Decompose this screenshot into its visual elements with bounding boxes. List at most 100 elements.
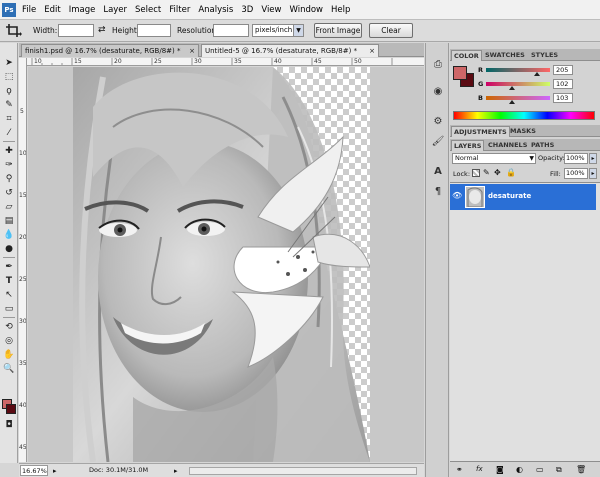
opacity-field[interactable]: 100%	[564, 153, 588, 164]
ruler-tick-label: 15	[19, 192, 27, 199]
3d-orbit-tool-icon[interactable]: ◎	[2, 335, 16, 347]
front-image-button[interactable]: Front Image	[314, 23, 362, 38]
horizontal-scrollbar[interactable]	[189, 467, 417, 475]
tab-paths[interactable]: PATHS	[529, 140, 556, 151]
vertical-ruler[interactable]: 5 10 15 20 25 30 35 40 45	[19, 58, 27, 462]
zoom-tool-icon[interactable]: 🔍	[2, 363, 16, 375]
zoom-level-field[interactable]: 16.67%	[20, 465, 48, 476]
eraser-tool-icon[interactable]: ▱	[2, 201, 16, 213]
fill-field[interactable]: 100%	[564, 168, 588, 179]
ruler-tick-label: 20	[19, 234, 27, 241]
menu-view[interactable]: View	[257, 0, 285, 20]
crop-tool-icon[interactable]	[4, 23, 24, 38]
tab-color[interactable]: COLOR	[451, 50, 482, 61]
lock-position-icon[interactable]: ✥	[494, 168, 501, 177]
tab-swatches[interactable]: SWATCHES	[483, 50, 527, 61]
eyedropper-tool-icon[interactable]: ⁄	[2, 127, 16, 139]
layer-row-desaturate[interactable]: 👁 desaturate	[450, 184, 596, 210]
menu-edit[interactable]: Edit	[40, 0, 64, 20]
menu-file[interactable]: File	[18, 0, 40, 20]
dodge-tool-icon[interactable]: ●	[2, 243, 16, 255]
menu-select[interactable]: Select	[131, 0, 165, 20]
shape-tool-icon[interactable]: ▭	[2, 303, 16, 315]
color-foreground-swatch[interactable]	[453, 66, 467, 80]
brush-tool-icon[interactable]: ✑	[2, 159, 16, 171]
menu-filter[interactable]: Filter	[165, 0, 194, 20]
history-icon[interactable]: ⎙	[431, 58, 445, 72]
paragraph-icon[interactable]: ¶	[431, 185, 445, 199]
fill-slider-arrow-icon[interactable]: ▸	[589, 168, 597, 179]
menu-layer[interactable]: Layer	[99, 0, 131, 20]
close-icon[interactable]: ×	[189, 45, 195, 57]
menu-analysis[interactable]: Analysis	[194, 0, 237, 20]
green-slider[interactable]	[486, 82, 550, 86]
red-slider-thumb[interactable]	[534, 72, 540, 76]
eye-icon[interactable]: 👁	[452, 191, 462, 201]
navigator-icon[interactable]: ◉	[431, 85, 445, 99]
menu-3d[interactable]: 3D	[237, 0, 257, 20]
path-select-tool-icon[interactable]: ↖	[2, 289, 16, 301]
tab-layers[interactable]: LAYERS	[451, 140, 485, 151]
background-color-swatch[interactable]	[6, 404, 16, 414]
blue-slider-thumb[interactable]	[509, 100, 515, 104]
new-group-icon[interactable]: ▭	[536, 465, 544, 474]
layer-mask-icon[interactable]: ◙	[496, 465, 504, 474]
opacity-slider-arrow-icon[interactable]: ▸	[589, 153, 597, 164]
blue-value-field[interactable]: 103	[553, 93, 573, 103]
quick-mask-icon[interactable]: ◘	[2, 419, 16, 431]
layer-style-icon[interactable]: fx	[476, 465, 483, 473]
link-layers-icon[interactable]: ⚭	[456, 465, 463, 474]
tab-masks[interactable]: MASKS	[508, 126, 538, 137]
menu-window[interactable]: Window	[285, 0, 327, 20]
resolution-input[interactable]	[213, 24, 249, 37]
adjustment-layer-icon[interactable]: ◐	[516, 465, 523, 474]
quick-select-tool-icon[interactable]: ✎	[2, 99, 16, 111]
red-value-field[interactable]: 205	[553, 65, 573, 75]
tab-adjustments[interactable]: ADJUSTMENTS	[451, 126, 510, 137]
ruler-tick-label: 35	[19, 360, 27, 367]
brush-presets-icon[interactable]: 🖌	[431, 135, 445, 149]
history-brush-tool-icon[interactable]: ↺	[2, 187, 16, 199]
horizontal-ruler[interactable]: 10 15 20 25 30 35 40 45 50	[27, 58, 424, 66]
blue-slider[interactable]	[486, 96, 550, 100]
trash-icon[interactable]: 🗑	[576, 465, 586, 474]
pen-tool-icon[interactable]: ✒	[2, 261, 16, 273]
tab-styles[interactable]: STYLES	[529, 50, 560, 61]
tab-untitled-5[interactable]: Untitled-5 @ 16.7% (desaturate, RGB/8#) …	[201, 44, 379, 57]
status-menu-icon[interactable]: ▸	[174, 466, 184, 476]
green-value-field[interactable]: 102	[553, 79, 573, 89]
marquee-tool-icon[interactable]: ⬚	[2, 71, 16, 83]
swap-dimensions-icon[interactable]: ⇄	[98, 25, 108, 35]
tab-channels[interactable]: CHANNELS	[486, 140, 529, 151]
color-spectrum-bar[interactable]	[453, 111, 595, 120]
close-icon[interactable]: ×	[369, 45, 375, 57]
green-slider-thumb[interactable]	[509, 86, 515, 90]
3d-rotate-tool-icon[interactable]: ⟲	[2, 321, 16, 333]
lasso-tool-icon[interactable]: ϙ	[2, 85, 16, 97]
clone-stamp-tool-icon[interactable]: ⚲	[2, 173, 16, 185]
blend-mode-select[interactable]: Normal ▼	[452, 153, 536, 164]
lock-transparency-icon[interactable]	[472, 169, 480, 177]
status-arrow-icon[interactable]: ▸	[53, 466, 63, 476]
red-slider[interactable]	[486, 68, 550, 72]
tool-presets-icon[interactable]: ⚙	[431, 115, 445, 129]
character-icon[interactable]: A	[431, 165, 445, 179]
menu-help[interactable]: Help	[327, 0, 354, 20]
crop-tool-icon[interactable]: ⌗	[2, 113, 16, 125]
lock-all-icon[interactable]: 🔒	[506, 168, 516, 177]
new-layer-icon[interactable]: ⧉	[556, 465, 562, 475]
height-input[interactable]	[137, 24, 171, 37]
hand-tool-icon[interactable]: ✋	[2, 349, 16, 361]
type-tool-icon[interactable]: T	[2, 275, 16, 287]
lock-pixels-icon[interactable]: ✎	[483, 168, 490, 177]
tab-finish1[interactable]: finish1.psd @ 16.7% (desaturate, RGB/8#)…	[21, 44, 199, 57]
blur-tool-icon[interactable]: 💧	[2, 229, 16, 241]
menu-image[interactable]: Image	[65, 0, 100, 20]
resolution-units-select[interactable]: pixels/inch ▼	[252, 24, 304, 37]
move-tool-icon[interactable]: ➤	[2, 57, 16, 69]
gradient-tool-icon[interactable]: ▤	[2, 215, 16, 227]
healing-brush-tool-icon[interactable]: ✚	[2, 145, 16, 157]
document-canvas[interactable]	[73, 67, 370, 462]
width-input[interactable]	[58, 24, 94, 37]
clear-button[interactable]: Clear	[369, 23, 413, 38]
